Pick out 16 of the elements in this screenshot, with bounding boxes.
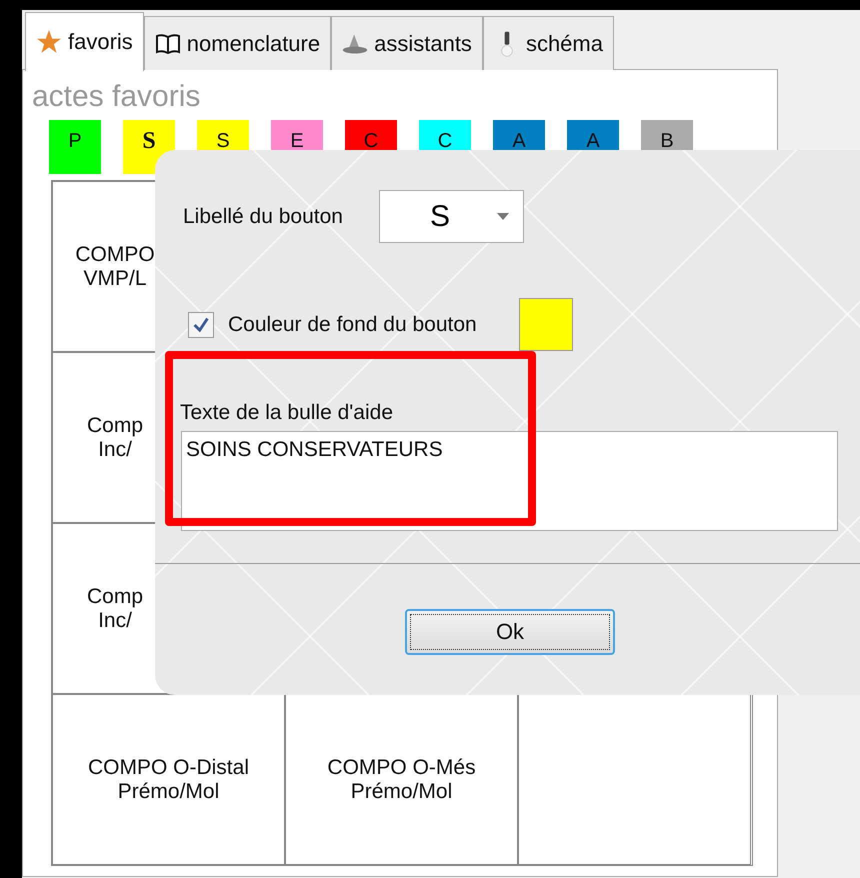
tab[interactable]: schéma [482,16,614,70]
color-button[interactable]: P [49,120,101,174]
tooltip-text-field[interactable]: SOINS CONSERVATEURS [181,431,838,531]
checkbox-label: Couleur de fond du bouton [228,312,477,336]
ok-button[interactable]: Ok [405,609,615,655]
checkbox[interactable] [188,312,214,338]
tab[interactable]: nomenclature [144,16,332,70]
tab[interactable]: assistants [331,16,483,70]
color-swatch[interactable] [518,298,573,351]
star-icon [36,29,62,55]
checkmark-icon [192,316,210,334]
field-label: Libellé du bouton [183,204,343,228]
tab[interactable]: favoris [25,12,144,71]
caret-icon [496,213,509,220]
label-dropdown[interactable]: S [378,190,524,243]
panel-title: actes favoris [31,79,202,114]
